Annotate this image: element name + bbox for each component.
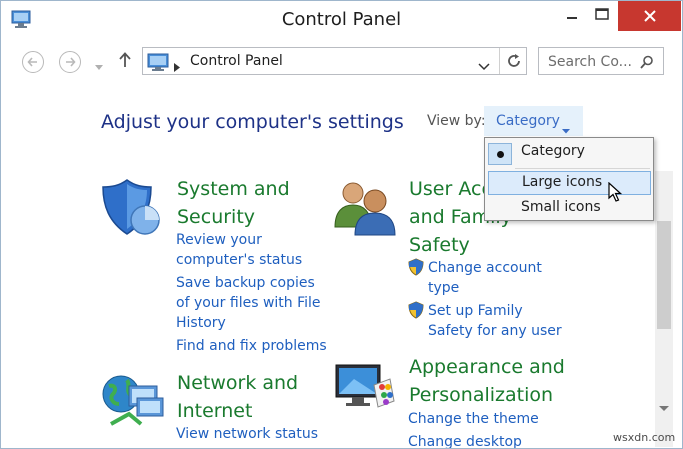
search-input[interactable]: Search Co...: [548, 54, 632, 70]
search-icon[interactable]: [640, 54, 654, 73]
category-title-network-internet[interactable]: Network and Internet: [177, 369, 298, 425]
menu-item-small-icons[interactable]: Small icons: [485, 196, 653, 220]
bullet-icon: [497, 151, 504, 158]
minimize-button[interactable]: [557, 1, 587, 27]
uac-shield-icon: [408, 301, 424, 323]
link-save-backup-copies[interactable]: Save backup copies of your files with Fi…: [176, 273, 321, 333]
maximize-button[interactable]: [589, 1, 615, 27]
category-title-system-security[interactable]: System and Security: [177, 175, 290, 231]
uac-shield-icon: [408, 258, 424, 280]
view-by-menu: Category Large icons Small icons: [484, 137, 654, 221]
menu-item-category[interactable]: Category: [485, 140, 653, 165]
link-review-computer-status[interactable]: Review your computer's status: [176, 230, 302, 270]
chevron-down-icon: [95, 65, 103, 70]
forward-button[interactable]: [59, 51, 81, 73]
shield-icon[interactable]: [101, 176, 165, 242]
breadcrumb-separator-icon[interactable]: [174, 57, 180, 76]
page-heading: Adjust your computer's settings: [101, 111, 404, 133]
maximize-icon: [595, 8, 609, 20]
view-by-dropdown[interactable]: Category: [484, 106, 583, 136]
mouse-cursor-icon: [608, 181, 623, 207]
control-panel-window: Control Panel Control Panel Search Co...…: [0, 0, 683, 449]
back-button[interactable]: [22, 51, 44, 73]
address-path[interactable]: Control Panel: [190, 53, 283, 69]
control-panel-icon: [147, 53, 169, 75]
menu-item-large-icons[interactable]: Large icons: [488, 171, 651, 195]
scrollbar-thumb[interactable]: [657, 221, 671, 329]
refresh-button[interactable]: [499, 48, 528, 74]
view-by-label: View by:: [427, 113, 486, 129]
address-bar[interactable]: Control Panel: [142, 47, 527, 75]
close-button[interactable]: [618, 1, 681, 31]
menu-divider: [515, 168, 650, 169]
view-by-value[interactable]: Category: [496, 113, 560, 129]
category-title-appearance[interactable]: Appearance and Personalization: [409, 353, 565, 409]
link-set-up-family-safety[interactable]: Set up Family Safety for any user: [428, 301, 562, 341]
minimize-icon: [567, 17, 577, 19]
up-arrow-icon: [119, 52, 131, 67]
link-change-theme[interactable]: Change the theme: [408, 409, 539, 429]
scroll-down-arrow-icon[interactable]: [659, 397, 669, 416]
watermark-text: wsxdn.com: [613, 431, 676, 444]
navigation-bar: Control Panel Search Co...: [1, 43, 682, 79]
recent-locations-button[interactable]: [95, 56, 103, 75]
link-view-network-status[interactable]: View network status: [176, 424, 318, 444]
link-change-account-type[interactable]: Change account type: [428, 258, 542, 298]
link-find-fix-problems[interactable]: Find and fix problems: [176, 336, 327, 356]
chevron-down-icon: [478, 63, 490, 71]
forward-arrow-icon: [66, 57, 76, 67]
vertical-scrollbar[interactable]: [655, 171, 673, 447]
users-icon[interactable]: [333, 179, 397, 241]
back-arrow-icon: [27, 57, 37, 67]
up-button[interactable]: [118, 52, 132, 72]
title-bar[interactable]: Control Panel: [1, 1, 682, 39]
close-icon: [643, 10, 656, 22]
search-box[interactable]: Search Co...: [538, 47, 664, 75]
caret-down-icon[interactable]: [562, 119, 570, 138]
network-globe-icon[interactable]: [101, 374, 165, 434]
address-dropdown-button[interactable]: [478, 56, 490, 75]
refresh-icon: [508, 54, 520, 67]
monitor-palette-icon[interactable]: [334, 361, 398, 421]
link-change-desktop[interactable]: Change desktop: [408, 432, 522, 448]
radio-selected-indicator: [488, 143, 512, 165]
